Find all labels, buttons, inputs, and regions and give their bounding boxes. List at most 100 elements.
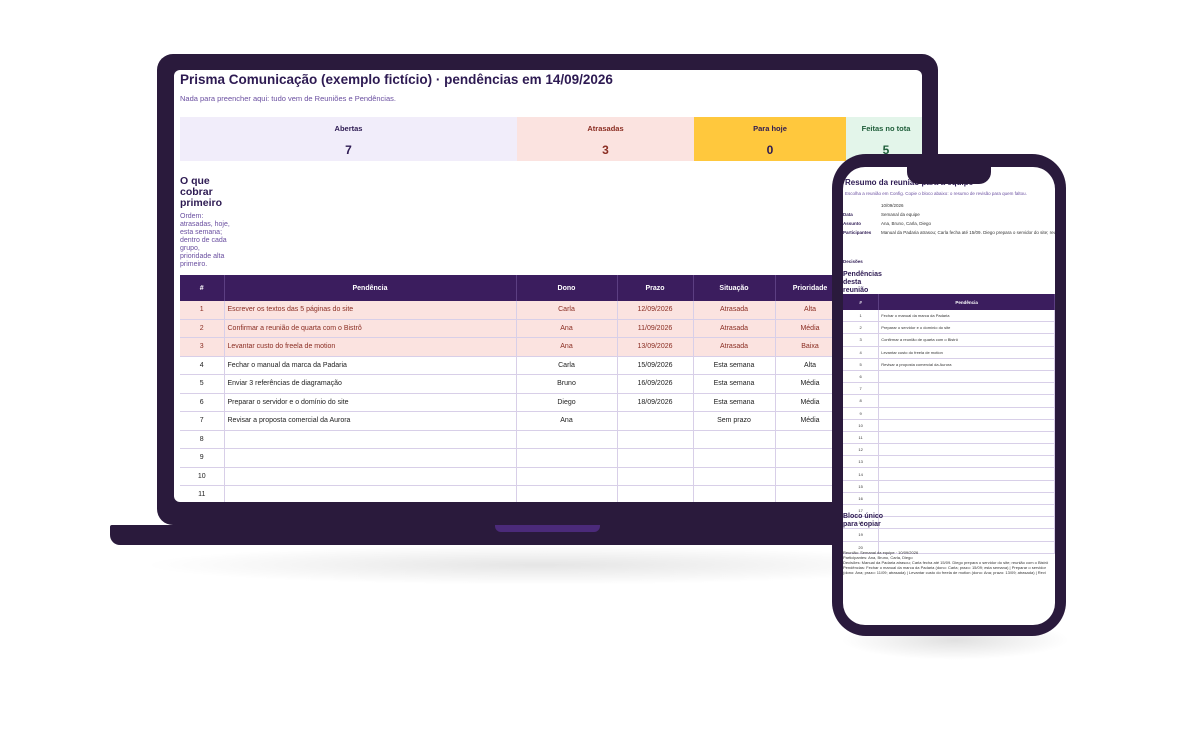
cell-task xyxy=(878,382,1055,396)
cell-n: 8 xyxy=(843,394,880,408)
cell-owner xyxy=(516,430,618,449)
table-header-row: # Pendência Dono Prazo Situação Prioridade xyxy=(180,275,846,301)
cell-due xyxy=(617,448,694,468)
field-label: Data xyxy=(843,212,853,217)
table-row[interactable]: 5 Revisar a proposta comercial da Aurora xyxy=(843,358,1055,371)
table-row[interactable]: 5 Enviar 3 referências de diagramação Brun… xyxy=(180,374,846,394)
phone-subtitle: Escolha a reunião em Config. Copie o blo… xyxy=(845,191,1027,196)
cell-n: 4 xyxy=(180,356,225,375)
page-subtitle: Nada para preencher aqui: tudo vem de Re… xyxy=(180,94,396,103)
table-row[interactable]: 9 xyxy=(843,407,1055,420)
table-row[interactable]: 8 xyxy=(180,430,846,449)
cell-owner: Ana xyxy=(516,319,618,338)
table-row[interactable]: 7 Revisar a proposta comercial da Aurora A… xyxy=(180,411,846,431)
kpi-value: 3 xyxy=(602,143,609,157)
table-row[interactable]: 10 xyxy=(180,467,846,486)
table-row[interactable]: 11 xyxy=(180,485,846,502)
table-row[interactable]: 2 Confirmar a reunião de quarta com o Bis… xyxy=(180,319,846,338)
cell-due: 18/09/2026 xyxy=(617,393,694,412)
cell-n: 16 xyxy=(843,492,880,506)
table-row[interactable]: 10 xyxy=(843,419,1055,432)
column-header[interactable]: # xyxy=(180,275,225,301)
cell-n: 2 xyxy=(843,321,880,335)
cell-n: 8 xyxy=(180,430,225,449)
kpi-value: 7 xyxy=(345,143,352,157)
cell-task: Enviar 3 referências de diagramação xyxy=(224,374,517,394)
table-row[interactable]: 2 Preparar o servidor e o domínio do site xyxy=(843,321,1055,335)
cell-task xyxy=(878,528,1055,542)
table-row[interactable]: 3 Levantar custo do freela de motion Ana 13… xyxy=(180,337,846,357)
section-description: Ordem: atrasadas, hoje, esta semana; den… xyxy=(180,213,230,268)
table-row[interactable]: 4 Levantar custo do freela de motion xyxy=(843,346,1055,359)
table-row[interactable]: 8 xyxy=(843,394,1055,408)
cell-n: 2 xyxy=(180,319,225,338)
field-value: 10/09/2026 xyxy=(881,203,904,208)
cell-task xyxy=(878,370,1055,384)
cell-n: 3 xyxy=(180,337,225,357)
table-row[interactable]: 4 Fechar o manual da marca da Padaria Carl… xyxy=(180,356,846,375)
laptop-screen: Prisma Comunicação (exemplo fictício) · … xyxy=(174,70,922,502)
cell-due xyxy=(617,411,694,431)
table-row[interactable]: 3 Confirmar a reunião de quarta com o Bis… xyxy=(843,333,1055,347)
cell-task: Confirmar a reunião de quarta com o Bist… xyxy=(224,319,517,338)
copy-line: (dono: Ana; prazo: 11/09; atrasada) | Le… xyxy=(843,570,1046,575)
phone-frame: Resumo da reunião para a equipe Escolha … xyxy=(832,154,1066,636)
cell-n: 5 xyxy=(180,374,225,394)
table-row[interactable]: 15 xyxy=(843,480,1055,493)
cell-n: 14 xyxy=(843,467,880,481)
cell-task xyxy=(224,485,517,502)
table-row[interactable]: 6 xyxy=(843,370,1055,384)
field-value: Manual da Padaria atrasou; Carla fecha a… xyxy=(881,230,1055,235)
table-row[interactable]: 9 xyxy=(180,448,846,468)
cell-n: 3 xyxy=(843,333,880,347)
table-row[interactable]: 6 Preparar o servidor e o domínio do site… xyxy=(180,393,846,412)
cell-status xyxy=(693,467,776,486)
table-row[interactable]: 12 xyxy=(843,443,1055,457)
cell-due: 12/09/2026 xyxy=(617,301,694,320)
cell-task: Preparar o servidor e o domínio do site xyxy=(224,393,517,412)
table-row[interactable]: 1 Escrever os textos das 5 páginas do sit… xyxy=(180,301,846,320)
cell-status: Sem prazo xyxy=(693,411,776,431)
cell-task xyxy=(878,492,1055,506)
cell-n: 19 xyxy=(843,528,880,542)
cell-due: 13/09/2026 xyxy=(617,337,694,357)
copy-block[interactable]: Reunião: Semanal da equipe · 10/09/2026 P… xyxy=(843,550,1048,575)
cell-task xyxy=(878,467,1055,481)
cell-owner: Carla xyxy=(516,356,618,375)
column-header[interactable]: Situação xyxy=(693,275,776,301)
table-row[interactable]: 14 xyxy=(843,467,1055,481)
column-header[interactable]: Prazo xyxy=(617,275,694,301)
cell-status: Esta semana xyxy=(693,374,776,394)
table-row[interactable]: 13 xyxy=(843,455,1055,469)
field-value: Ana, Bruno, Carla, Diego xyxy=(881,221,932,226)
cell-due: 11/09/2026 xyxy=(617,319,694,338)
column-header[interactable]: Dono xyxy=(516,275,618,301)
cell-owner xyxy=(516,448,618,468)
kpi-card: Para hoje 0 xyxy=(694,117,846,161)
pending-section-title: Pendências desta reunião xyxy=(843,271,882,294)
field-label: Participantes xyxy=(843,230,872,235)
cell-n: 9 xyxy=(180,448,225,468)
table-row[interactable]: 1 Fechar o manual da marca da Padaria xyxy=(843,310,1055,323)
cell-task xyxy=(878,419,1055,432)
cell-n: 11 xyxy=(843,431,880,445)
cell-task: Preparar o servidor e o domínio do site xyxy=(878,321,1055,335)
cell-task: Revisar a proposta comercial da Aurora xyxy=(878,358,1055,371)
table-row[interactable]: 16 xyxy=(843,492,1055,506)
cell-task: Levantar custo do freela de motion xyxy=(224,337,517,357)
cell-task xyxy=(878,443,1055,457)
laptop-notch xyxy=(495,525,600,532)
table-row[interactable]: 7 xyxy=(843,382,1055,396)
decisions-label: Decisões xyxy=(843,259,863,264)
cell-due: 16/09/2026 xyxy=(617,374,694,394)
cell-status xyxy=(693,448,776,468)
table-row[interactable]: 19 xyxy=(843,528,1055,542)
cell-n: 9 xyxy=(843,407,880,420)
column-header[interactable]: Pendência xyxy=(224,275,517,301)
cell-n: 15 xyxy=(843,480,880,493)
cell-status: Atrasada xyxy=(693,337,776,357)
cell-due xyxy=(617,485,694,502)
cell-task xyxy=(878,394,1055,408)
table-row[interactable]: 11 xyxy=(843,431,1055,445)
cell-n: 13 xyxy=(843,455,880,469)
